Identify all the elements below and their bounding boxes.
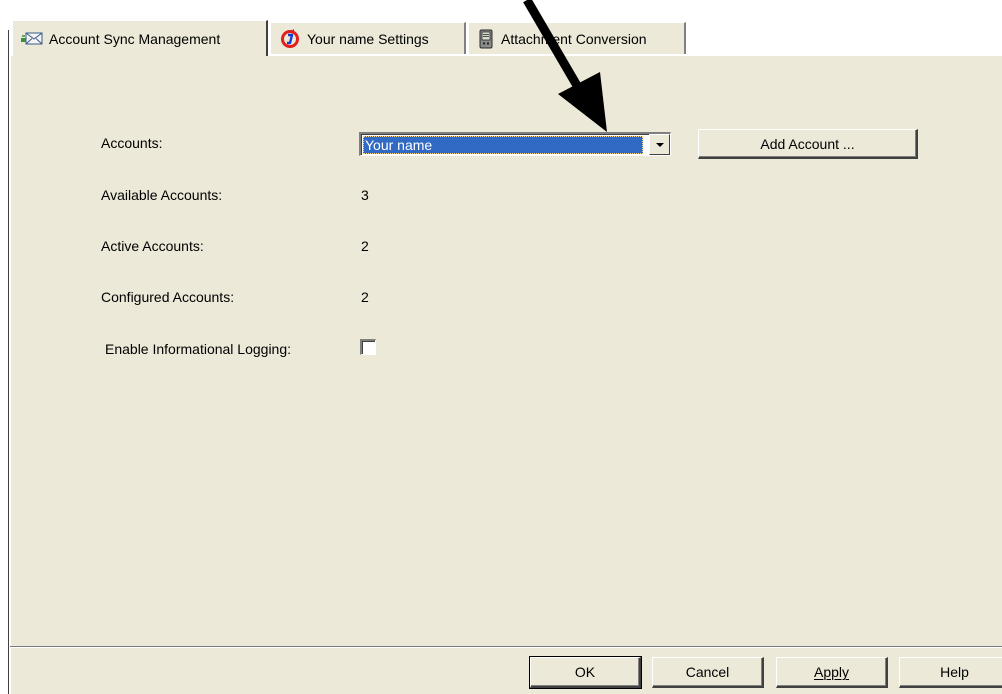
configured-accounts-label: Configured Accounts: — [101, 289, 235, 305]
tab-strip: Account Sync Management Your name Settin… — [12, 20, 1000, 56]
accounts-label: Accounts: — [101, 135, 163, 151]
sync-icon — [279, 28, 301, 49]
active-accounts-value: 2 — [361, 238, 369, 254]
active-accounts-label: Active Accounts: — [101, 238, 204, 254]
dialog-left-edge — [8, 30, 9, 694]
apply-button[interactable]: Apply — [776, 657, 888, 688]
apply-button-label: Apply — [813, 664, 850, 680]
help-button-label: Help — [940, 664, 969, 680]
available-accounts-value: 3 — [361, 187, 369, 203]
cancel-button[interactable]: Cancel — [652, 657, 764, 688]
ok-button[interactable]: OK — [529, 656, 642, 689]
available-accounts-label: Available Accounts: — [101, 187, 223, 203]
help-button[interactable]: Help — [899, 657, 1002, 688]
chevron-down-icon — [655, 142, 664, 147]
tab-attachment-conversion[interactable]: Attachment Conversion — [468, 22, 686, 54]
accounts-dropdown-value: Your name — [363, 136, 643, 154]
panel-divider-highlight — [10, 647, 1002, 648]
configured-accounts-value: 2 — [361, 289, 369, 305]
accounts-dropdown[interactable]: Your name — [359, 132, 671, 156]
tab-account-sync-management[interactable]: Account Sync Management — [12, 20, 268, 56]
tab-label: Your name Settings — [307, 30, 429, 47]
tab-label: Attachment Conversion — [501, 30, 647, 47]
handheld-icon — [477, 29, 495, 49]
mail-icon — [21, 32, 43, 46]
tab-your-name-settings[interactable]: Your name Settings — [270, 22, 466, 54]
add-account-button-label: Add Account ... — [760, 135, 855, 152]
add-account-button[interactable]: Add Account ... — [698, 129, 918, 159]
ok-button-label: OK — [574, 664, 596, 680]
cancel-button-label: Cancel — [685, 664, 730, 680]
dropdown-button[interactable] — [649, 134, 670, 155]
dialog-footer: OK Cancel Apply Help — [10, 648, 1002, 694]
logging-label: Enable Informational Logging: — [105, 341, 292, 357]
account-sync-panel: Accounts: Your name Add Account ... Avai… — [10, 55, 1002, 646]
tab-label: Account Sync Management — [49, 30, 221, 47]
logging-checkbox[interactable] — [360, 339, 376, 355]
